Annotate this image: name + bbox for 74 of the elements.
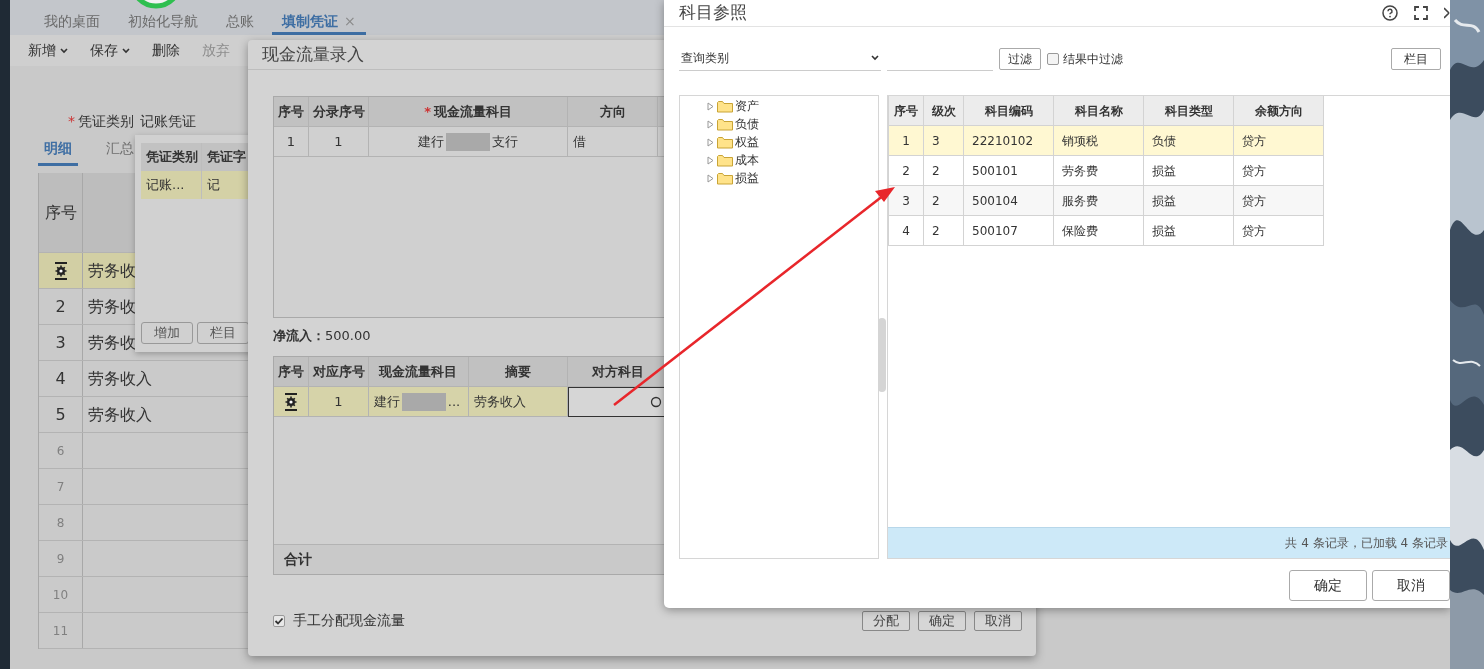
table-cell-text: 劳务费 [1062,162,1098,180]
column-header: 级次 [931,102,956,120]
table-cell-text: 负债 [1152,132,1176,150]
column-header: 方向 [599,102,626,121]
table-cell-text: 损益 [1152,192,1176,210]
row-number: 3 [55,331,66,354]
table-cell-text: 服务费 [1062,192,1098,210]
row-number: 11 [52,622,69,640]
table-cell-text: 1 [902,132,910,150]
table-cell-text: 3 [932,132,940,150]
table-cell-text: 建行 [373,392,400,411]
row-number: 10 [52,586,69,604]
table-cell-text: 2 [932,192,940,210]
table-footer-label: 合计 [284,550,312,569]
dialog-title: 科目参照 [679,1,747,25]
table-cell-text: 2 [902,162,910,180]
table-cell-text: ... [447,392,461,411]
column-header: 凭证字 [207,148,246,167]
field-label: * 凭证类别 [68,111,134,131]
column-header: 分录序号 [312,102,365,121]
table-cell-text: 1 [286,132,296,151]
column-header: 序号 [278,102,304,121]
table-cell-text: 贷方 [1242,162,1266,180]
table-cell-text: 1 [334,132,343,151]
row-number: 5 [55,403,66,426]
column-header: 科目编码 [984,102,1033,120]
table-cell-text: 建行 [418,132,445,151]
row-number: 2 [55,295,66,318]
table-cell-text: 2 [932,222,940,240]
table-cell-text: 3 [902,192,910,210]
table-cell-text: 记账... [146,176,185,195]
field-value: 记账凭证 [140,111,196,131]
table-cell-text: 保险费 [1062,222,1098,240]
table-cell-text: 22210102 [972,132,1034,150]
table-cell-text: 销项税 [1062,132,1098,150]
table-cell-text: 1 [334,392,343,411]
table-cell-text: 500101 [972,162,1018,180]
row-number: 8 [56,514,65,532]
table-cell-text: 贷方 [1242,132,1266,150]
column-header: 序号 [278,362,304,381]
table-cell-text: 2 [932,162,940,180]
table-cell-text: 4 [902,222,910,240]
column-header: 现金流量科目 [379,362,458,381]
table-cell-text: 劳务收入 [88,403,152,426]
table-cell-text: 借 [573,132,587,151]
table-cell-text: 500104 [972,192,1018,210]
column-header: 序号 [894,102,918,120]
table-cell-text: 500107 [972,222,1018,240]
table-cell-text: 支行 [492,132,519,151]
column-header: 摘要 [505,362,532,381]
table-cell-text: 贷方 [1242,222,1266,240]
table-cell-text: 劳务收 [88,331,136,354]
table-cell-text: 记 [207,176,220,195]
row-number: 4 [55,367,66,390]
status-bar: 共 4 条记录，已加载 4 条记录 [888,527,1450,558]
row-number: 7 [56,478,65,496]
table-cell-text: 贷方 [1242,192,1266,210]
table-cell-text: 劳务收入 [473,392,526,411]
table-cell-text: 损益 [1152,222,1176,240]
row-number: 9 [56,550,65,568]
column-header: 余额方向 [1254,102,1303,120]
table-cell-text: 劳务收入 [88,367,152,390]
net-inflow-text: 净流入：500.00 [273,327,372,346]
column-header: * 现金流量科目 [424,102,513,121]
column-header: 科目类型 [1164,102,1213,120]
column-header: 科目名称 [1074,102,1123,120]
column-header: 凭证类别 [146,148,198,167]
column-header: 对方科目 [591,362,644,381]
table-cell-text: 劳务收 [88,295,136,318]
column-header: 序号 [39,173,83,252]
row-number: 6 [56,442,65,460]
column-header: 对应序号 [312,362,365,381]
table-cell-text: 损益 [1152,162,1176,180]
table-cell-text: 劳务收 [88,259,136,282]
